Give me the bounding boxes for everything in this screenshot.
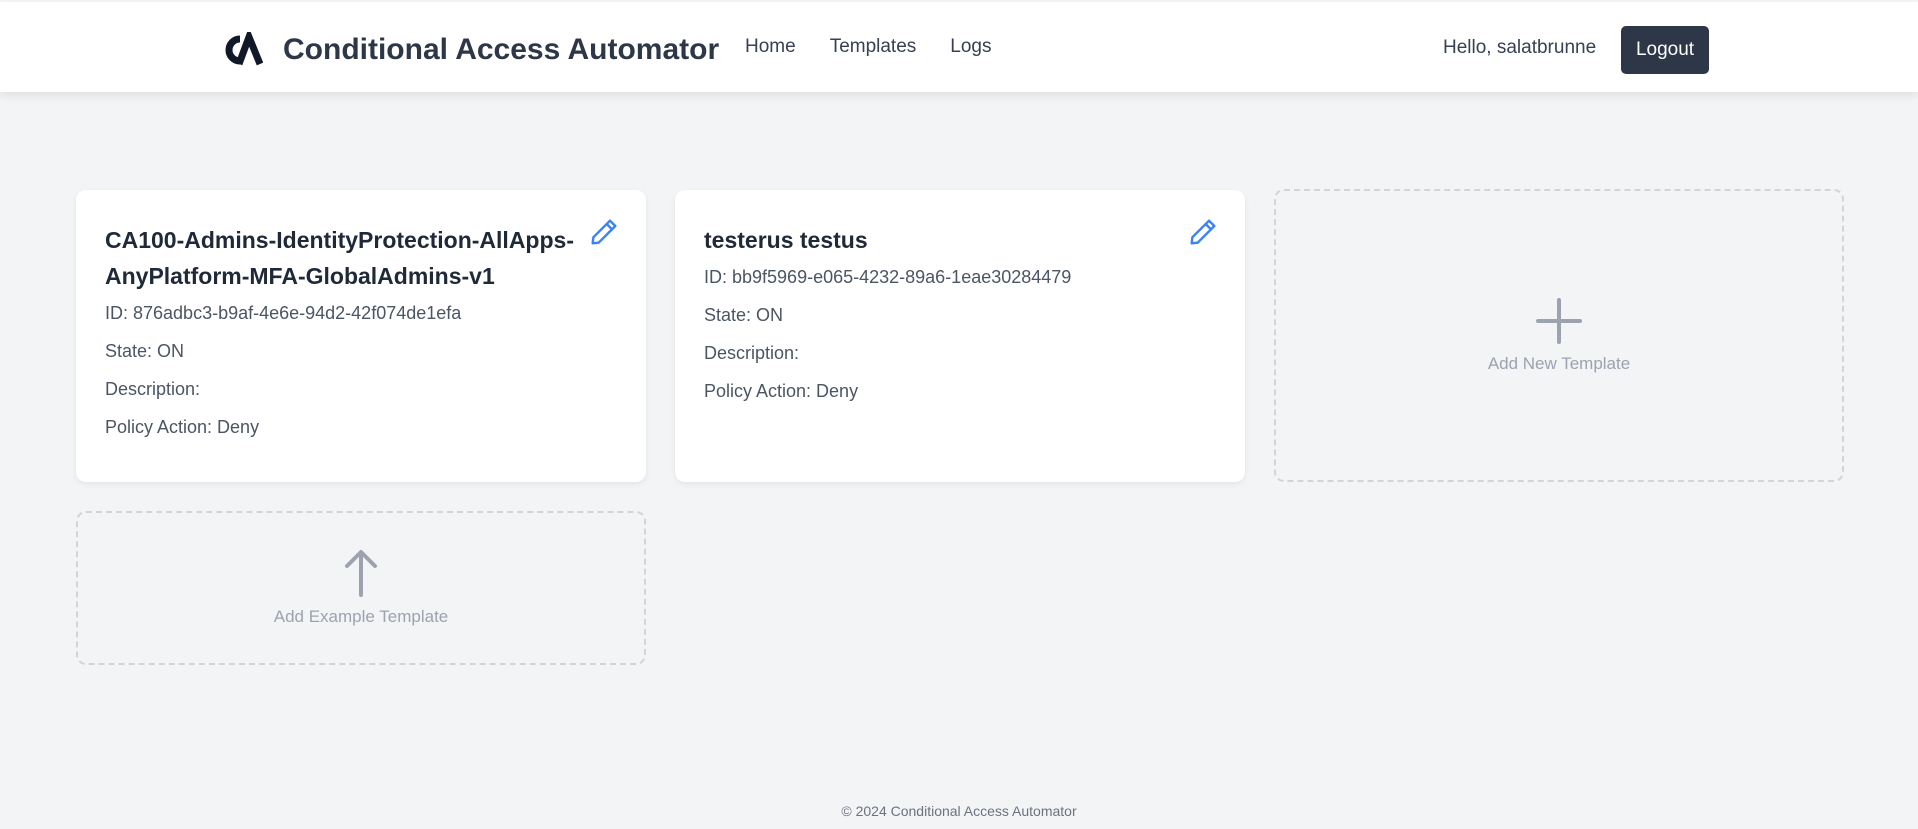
copyright-text: © 2024 Conditional Access Automator <box>841 803 1077 819</box>
arrow-up-icon <box>345 550 377 597</box>
template-policy-action: Policy Action: Deny <box>105 417 260 437</box>
template-id: ID: bb9f5969-e065-4232-89a6-1eae30284479 <box>704 267 1072 287</box>
add-new-template-button[interactable]: Add New Template <box>1274 189 1844 482</box>
navbar: Conditional Access Automator Home Templa… <box>0 2 1918 92</box>
logout-button[interactable]: Logout <box>1621 26 1709 74</box>
add-example-template-button[interactable]: Add Example Template <box>76 511 646 665</box>
main-nav: Home Templates Logs <box>745 36 992 58</box>
ca-logo-icon <box>225 32 263 66</box>
template-title: testerus testus <box>704 227 868 253</box>
nav-link-home[interactable]: Home <box>745 36 796 58</box>
plus-icon <box>1536 297 1582 344</box>
template-description: Description: <box>105 379 201 399</box>
pencil-icon[interactable] <box>1187 216 1219 248</box>
app-title: Conditional Access Automator <box>283 33 720 66</box>
brand[interactable]: Conditional Access Automator <box>221 30 719 70</box>
template-card: CA100-Admins-IdentityProtection-AllApps-… <box>76 190 646 482</box>
template-description: Description: <box>704 343 800 363</box>
add-new-template-label: Add New Template <box>1487 353 1631 373</box>
template-card: testerus testus ID: bb9f5969-e065-4232-8… <box>675 190 1245 482</box>
template-state: State: ON <box>704 305 784 325</box>
footer: © 2024 Conditional Access Automator <box>0 803 1918 819</box>
template-policy-action: Policy Action: Deny <box>704 381 859 401</box>
nav-link-logs[interactable]: Logs <box>950 36 991 58</box>
template-state: State: ON <box>105 341 185 361</box>
add-example-template-label: Add Example Template <box>273 607 449 626</box>
nav-link-templates[interactable]: Templates <box>830 36 917 58</box>
user-greeting: Hello, salatbrunne <box>1443 37 1597 58</box>
pencil-icon[interactable] <box>588 216 620 248</box>
template-title: CA100-Admins-IdentityProtection-AllApps-… <box>105 227 574 289</box>
template-id: ID: 876adbc3-b9af-4e6e-94d2-42f074de1efa <box>105 303 462 323</box>
